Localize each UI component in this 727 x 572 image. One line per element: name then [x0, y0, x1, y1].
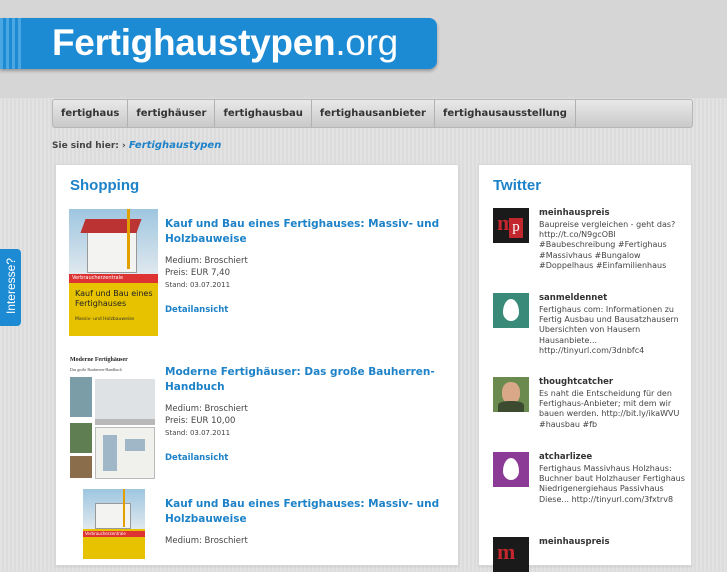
product-meta: Medium: Broschiert Preis: EUR 7,40 Stand… [165, 255, 455, 291]
product-item: Moderne Fertighäuser Das große Bauherren… [69, 357, 449, 487]
site-logo[interactable]: Fertighaustypen.org [52, 22, 398, 64]
product-meta: Medium: Broschiert Preis: EUR 10,00 Stan… [165, 403, 455, 439]
product-title-link[interactable]: Kauf und Bau eines Fertighauses: Massiv-… [165, 497, 455, 527]
tweet-username[interactable]: meinhauspreis [539, 208, 610, 218]
egg-avatar[interactable] [493, 452, 529, 487]
avatar[interactable]: m [493, 537, 529, 572]
twitter-title: Twitter [493, 177, 542, 194]
avatar[interactable]: m p [493, 208, 529, 243]
product-date: Stand: 03.07.2011 [165, 429, 231, 437]
egg-avatar[interactable] [493, 293, 529, 328]
breadcrumb: Sie sind hier: › Fertighaustypen [52, 140, 221, 151]
tweet-text: Baupreise vergleichen - geht das? http:/… [539, 220, 676, 270]
book-cover-image[interactable]: Verbraucherzentrale [83, 489, 145, 559]
interest-side-tab[interactable]: Interesse? [0, 249, 21, 326]
product-item: Verbraucherzentrale Kauf und Bau eines F… [69, 209, 449, 339]
breadcrumb-current[interactable]: Fertighaustypen [129, 140, 221, 151]
nav-item-fertighausausstellung[interactable]: fertighausausstellung [435, 100, 576, 127]
product-medium: Medium: Broschiert [165, 404, 248, 414]
side-tab-label: Interesse? [4, 257, 18, 315]
product-price: Preis: EUR 10,00 [165, 416, 236, 426]
twitter-panel: Twitter m p meinhauspreis Baupreise verg… [478, 164, 692, 572]
tweet-username[interactable]: sanmeldennet [539, 293, 607, 303]
nav-item-fertighaus[interactable]: fertighaus [53, 100, 129, 127]
nav-item-fertighausanbieter[interactable]: fertighausanbieter [312, 100, 435, 127]
product-date: Stand: 03.07.2011 [165, 281, 231, 289]
product-medium: Medium: Broschiert [165, 256, 248, 266]
product-title-link[interactable]: Moderne Fertighäuser: Das große Bauherre… [165, 365, 455, 395]
product-item: Verbraucherzentrale Kauf und Bau eines F… [69, 489, 449, 569]
product-price: Preis: EUR 7,40 [165, 268, 230, 278]
main-navigation: fertighaus fertighäuser fertighausbau fe… [52, 99, 693, 128]
tweet-text: Fertighaus com: Informationen zu Fertig … [539, 305, 679, 355]
breadcrumb-separator: › [122, 141, 126, 151]
book-cover-image[interactable]: Verbraucherzentrale Kauf und Bau eines F… [69, 209, 158, 336]
product-title-link[interactable]: Kauf und Bau eines Fertighauses: Massiv-… [165, 217, 455, 247]
tweet-text: Es naht die Entscheidung für den Fertigh… [539, 389, 680, 429]
detail-link[interactable]: Detailansicht [165, 453, 455, 463]
tweet-username[interactable]: atcharlizee [539, 452, 592, 462]
tweet-username[interactable]: thoughtcatcher [539, 377, 613, 387]
product-meta: Medium: Broschiert [165, 535, 455, 547]
nav-item-fertighausbau[interactable]: fertighausbau [215, 100, 312, 127]
book-cover-image[interactable]: Moderne Fertighäuser Das große Bauherren… [69, 357, 158, 484]
nav-item-fertighaeuser[interactable]: fertighäuser [128, 100, 216, 127]
avatar[interactable] [493, 377, 529, 412]
tweet-text: Fertighaus Massivhaus Holzhaus: Buchner … [539, 464, 685, 504]
tweet-username[interactable]: meinhauspreis [539, 537, 610, 547]
product-medium: Medium: Broschiert [165, 536, 248, 546]
shopping-panel: Shopping Verbraucherzentrale Kauf und Ba… [55, 164, 459, 566]
shopping-title: Shopping [70, 177, 140, 194]
breadcrumb-prefix: Sie sind hier: [52, 141, 119, 151]
detail-link[interactable]: Detailansicht [165, 305, 455, 315]
